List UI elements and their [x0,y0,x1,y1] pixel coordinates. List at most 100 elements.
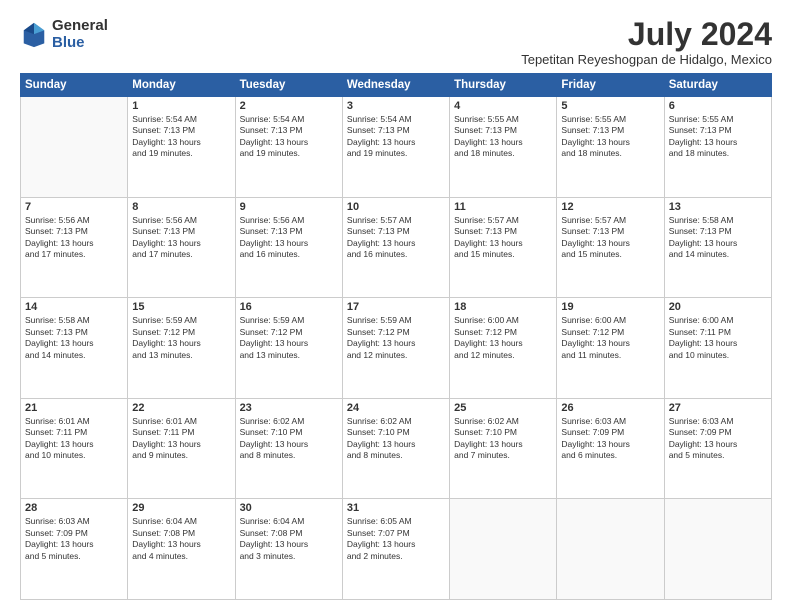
day-number: 8 [132,201,230,213]
header-sunday: Sunday [21,74,128,97]
calendar-cell-w2-d4: 10Sunrise: 5:57 AMSunset: 7:13 PMDayligh… [342,197,449,298]
header-monday: Monday [128,74,235,97]
day-info: Sunrise: 5:58 AMSunset: 7:13 PMDaylight:… [669,215,767,261]
calendar-cell-w4-d6: 26Sunrise: 6:03 AMSunset: 7:09 PMDayligh… [557,398,664,499]
day-info: Sunrise: 5:56 AMSunset: 7:13 PMDaylight:… [25,215,123,261]
day-number: 30 [240,502,338,514]
calendar-cell-w1-d4: 3 Sunrise: 5:54 AMSunset: 7:13 PMDaylight… [342,97,449,198]
day-number: 18 [454,301,552,313]
calendar-cell-w4-d2: 22 Sunrise: 6:01 AMSunset: 7:11 PMDayligh… [128,398,235,499]
day-info: Sunrise: 6:04 AMSunset: 7:08 PMDaylight:… [240,516,338,562]
header-tuesday: Tuesday [235,74,342,97]
calendar-cell-w2-d5: 11 Sunrise: 5:57 AMSunset: 7:13 PMDayligh… [450,197,557,298]
calendar-cell-w5-d3: 30 Sunrise: 6:04 AMSunset: 7:08 PMDayligh… [235,499,342,600]
calendar-cell-w4-d1: 21 Sunrise: 6:01 AMSunset: 7:11 PMDayligh… [21,398,128,499]
header-thursday: Thursday [450,74,557,97]
day-info: Sunrise: 6:00 AMSunset: 7:12 PMDaylight:… [561,315,659,361]
calendar-cell-w3-d5: 18 Sunrise: 6:00 AMSunset: 7:12 PMDayligh… [450,298,557,399]
calendar-week-2: 7 Sunrise: 5:56 AMSunset: 7:13 PMDaylight… [21,197,772,298]
calendar-cell-w1-d2: 1 Sunrise: 5:54 AMSunset: 7:13 PMDaylight… [128,97,235,198]
calendar-cell-w4-d4: 24Sunrise: 6:02 AMSunset: 7:10 PMDayligh… [342,398,449,499]
calendar-week-4: 21 Sunrise: 6:01 AMSunset: 7:11 PMDayligh… [21,398,772,499]
calendar-cell-w3-d7: 20 Sunrise: 6:00 AMSunset: 7:11 PMDayligh… [664,298,771,399]
day-info: Sunrise: 6:03 AMSunset: 7:09 PMDaylight:… [25,516,123,562]
calendar-cell-w1-d1 [21,97,128,198]
day-number: 14 [25,301,123,313]
day-number: 2 [240,100,338,112]
day-info: Sunrise: 5:54 AMSunset: 7:13 PMDaylight:… [347,114,445,160]
day-info: Sunrise: 6:04 AMSunset: 7:08 PMDaylight:… [132,516,230,562]
header-friday: Friday [557,74,664,97]
day-number: 21 [25,402,123,414]
calendar-cell-w2-d1: 7 Sunrise: 5:56 AMSunset: 7:13 PMDaylight… [21,197,128,298]
calendar-cell-w1-d7: 6 Sunrise: 5:55 AMSunset: 7:13 PMDaylight… [664,97,771,198]
calendar-cell-w5-d7 [664,499,771,600]
page-header: General Blue July 2024 Tepetitan Reyesho… [20,18,772,67]
logo-icon [20,21,48,49]
day-number: 4 [454,100,552,112]
calendar-cell-w1-d5: 4 Sunrise: 5:55 AMSunset: 7:13 PMDaylight… [450,97,557,198]
day-info: Sunrise: 5:59 AMSunset: 7:12 PMDaylight:… [240,315,338,361]
day-info: Sunrise: 5:54 AMSunset: 7:13 PMDaylight:… [132,114,230,160]
calendar-cell-w3-d4: 17Sunrise: 5:59 AMSunset: 7:12 PMDayligh… [342,298,449,399]
day-number: 27 [669,402,767,414]
day-info: Sunrise: 6:01 AMSunset: 7:11 PMDaylight:… [132,416,230,462]
day-number: 15 [132,301,230,313]
day-number: 25 [454,402,552,414]
day-number: 6 [669,100,767,112]
logo-blue: Blue [52,35,108,52]
header-saturday: Saturday [664,74,771,97]
location-title: Tepetitan Reyeshogpan de Hidalgo, Mexico [521,52,772,67]
logo-general: General [52,18,108,35]
header-wednesday: Wednesday [342,74,449,97]
day-info: Sunrise: 5:56 AMSunset: 7:13 PMDaylight:… [132,215,230,261]
day-number: 7 [25,201,123,213]
day-info: Sunrise: 6:02 AMSunset: 7:10 PMDaylight:… [454,416,552,462]
calendar-cell-w1-d6: 5 Sunrise: 5:55 AMSunset: 7:13 PMDaylight… [557,97,664,198]
day-number: 9 [240,201,338,213]
day-number: 1 [132,100,230,112]
day-number: 17 [347,301,445,313]
day-info: Sunrise: 5:56 AMSunset: 7:13 PMDaylight:… [240,215,338,261]
calendar-cell-w2-d2: 8 Sunrise: 5:56 AMSunset: 7:13 PMDaylight… [128,197,235,298]
day-info: Sunrise: 5:59 AMSunset: 7:12 PMDaylight:… [132,315,230,361]
day-info: Sunrise: 5:55 AMSunset: 7:13 PMDaylight:… [669,114,767,160]
calendar-table: Sunday Monday Tuesday Wednesday Thursday… [20,73,772,600]
calendar-cell-w3-d1: 14 Sunrise: 5:58 AMSunset: 7:13 PMDayligh… [21,298,128,399]
calendar-cell-w3-d3: 16Sunrise: 5:59 AMSunset: 7:12 PMDayligh… [235,298,342,399]
day-info: Sunrise: 6:03 AMSunset: 7:09 PMDaylight:… [669,416,767,462]
calendar-header-row: Sunday Monday Tuesday Wednesday Thursday… [21,74,772,97]
day-number: 26 [561,402,659,414]
day-info: Sunrise: 5:55 AMSunset: 7:13 PMDaylight:… [561,114,659,160]
day-info: Sunrise: 5:57 AMSunset: 7:13 PMDaylight:… [454,215,552,261]
day-info: Sunrise: 5:57 AMSunset: 7:13 PMDaylight:… [561,215,659,261]
day-info: Sunrise: 6:01 AMSunset: 7:11 PMDaylight:… [25,416,123,462]
day-info: Sunrise: 5:55 AMSunset: 7:13 PMDaylight:… [454,114,552,160]
day-number: 20 [669,301,767,313]
calendar-week-5: 28Sunrise: 6:03 AMSunset: 7:09 PMDayligh… [21,499,772,600]
calendar-cell-w2-d6: 12Sunrise: 5:57 AMSunset: 7:13 PMDayligh… [557,197,664,298]
logo: General Blue [20,18,108,51]
calendar-week-1: 1 Sunrise: 5:54 AMSunset: 7:13 PMDaylight… [21,97,772,198]
day-number: 5 [561,100,659,112]
day-number: 22 [132,402,230,414]
day-info: Sunrise: 6:00 AMSunset: 7:11 PMDaylight:… [669,315,767,361]
day-info: Sunrise: 5:54 AMSunset: 7:13 PMDaylight:… [240,114,338,160]
calendar-cell-w5-d2: 29Sunrise: 6:04 AMSunset: 7:08 PMDayligh… [128,499,235,600]
day-info: Sunrise: 6:05 AMSunset: 7:07 PMDaylight:… [347,516,445,562]
day-number: 23 [240,402,338,414]
calendar-cell-w5-d4: 31Sunrise: 6:05 AMSunset: 7:07 PMDayligh… [342,499,449,600]
logo-text: General Blue [52,18,108,51]
calendar-cell-w2-d7: 13 Sunrise: 5:58 AMSunset: 7:13 PMDayligh… [664,197,771,298]
calendar-cell-w3-d6: 19Sunrise: 6:00 AMSunset: 7:12 PMDayligh… [557,298,664,399]
day-info: Sunrise: 5:58 AMSunset: 7:13 PMDaylight:… [25,315,123,361]
day-info: Sunrise: 6:00 AMSunset: 7:12 PMDaylight:… [454,315,552,361]
day-number: 11 [454,201,552,213]
day-info: Sunrise: 5:57 AMSunset: 7:13 PMDaylight:… [347,215,445,261]
calendar-cell-w3-d2: 15 Sunrise: 5:59 AMSunset: 7:12 PMDayligh… [128,298,235,399]
day-info: Sunrise: 6:02 AMSunset: 7:10 PMDaylight:… [240,416,338,462]
calendar-cell-w5-d5 [450,499,557,600]
day-number: 13 [669,201,767,213]
day-number: 3 [347,100,445,112]
day-info: Sunrise: 6:02 AMSunset: 7:10 PMDaylight:… [347,416,445,462]
